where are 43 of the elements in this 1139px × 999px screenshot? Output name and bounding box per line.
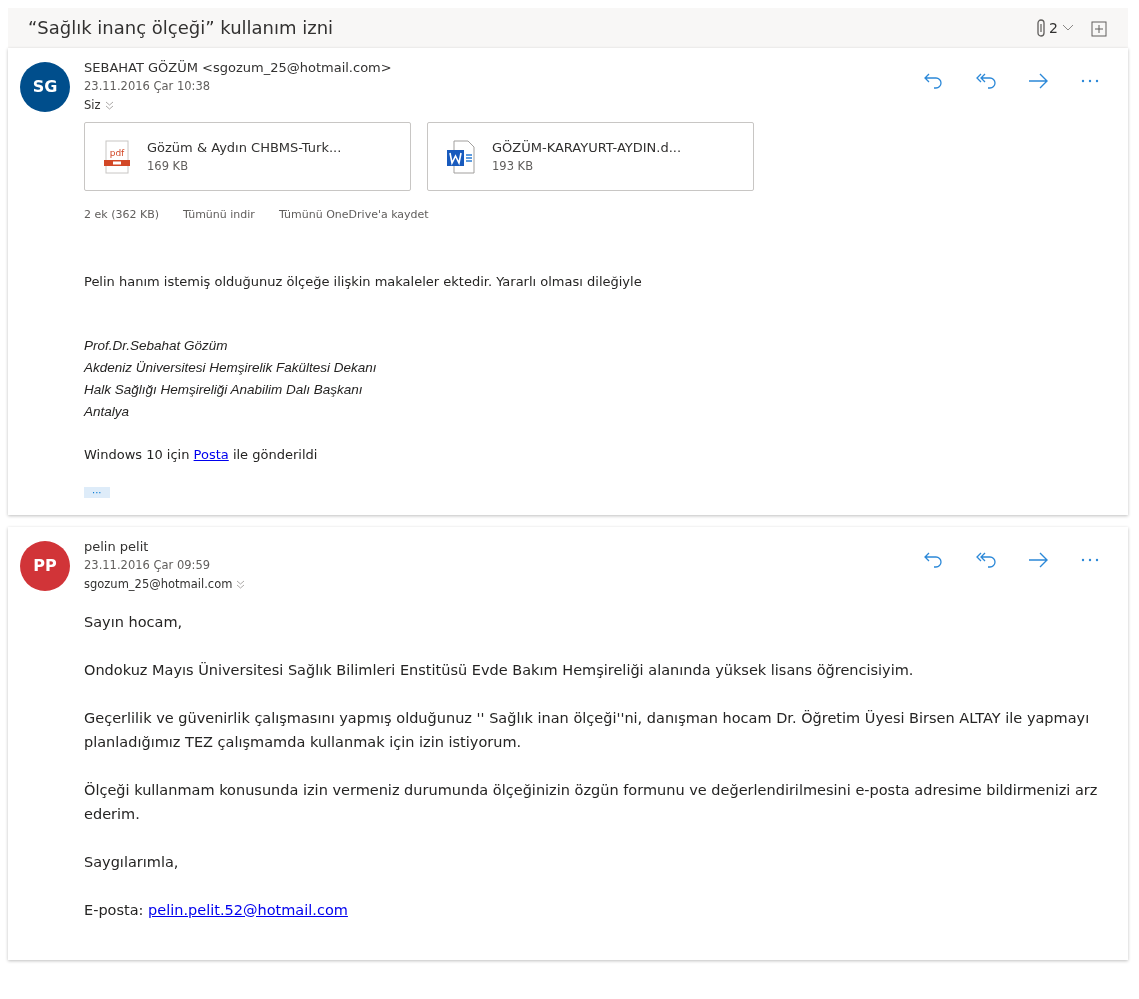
body-text: Ölçeği kullanmam konusunda izin vermeniz durumunda ölçeğinizin özgün formunu ve değerlendirilmesini e-posta adresime bildirmenizi arz ederim.	[84, 780, 1099, 824]
signature-line: Akdeniz Üniversitesi Hemşirelik Fakültesi Dekanı	[84, 359, 378, 378]
avatar: SG	[20, 62, 70, 112]
attachments-button[interactable]: 2	[1037, 17, 1074, 39]
attachment-action-link[interactable]: Tümünü OneDrive'a kaydet	[278, 207, 429, 224]
subject-title: “Sağlık inanç ölçeği” kullanım izni	[28, 17, 335, 39]
double-chevron-icon	[104, 100, 114, 110]
attachment-summary: 2 ek (362 KB)	[84, 207, 159, 224]
double-chevron-icon	[236, 580, 246, 589]
signature-line: Halk Sağlığı Hemşireliği Anabilim Dalı Başkanı	[84, 381, 364, 400]
attachment-action-link[interactable]: Tümünü indir	[182, 207, 255, 224]
body-text: Saygılarımla,	[84, 852, 180, 872]
body-text: Windows 10 için Posta ile gönderildi	[84, 446, 319, 465]
signature-line: Antalya	[84, 403, 131, 422]
body-text: E-posta: pelin.pelit.52@hotmail.com	[84, 900, 349, 920]
chevron-down-icon	[1062, 24, 1074, 32]
signature-line: Prof.Dr.Sebahat Gözüm	[84, 337, 229, 356]
avatar: PP	[20, 541, 70, 592]
body-text: Geçerlilik ve güvenirlik çalışmasını yapmış olduğunuz '' Sağlık inan ölçeği''ni, danışman hocam Dr. Öğretim Üyesi Birsen ALTAY ile yapmayı planladığımız TEZ çalışmamda kullanmak için izin istiyorum.	[84, 708, 1091, 752]
more-options-icon	[1081, 78, 1099, 83]
word-file-icon	[446, 139, 476, 174]
body-text: Sayın hocam,	[84, 612, 184, 632]
body-text: Pelin hanım istemiş olduğunuz ölçeğe ilişkin makaleler ektedir. Yararlı olması dileğiyle	[84, 272, 643, 291]
sender-name: pelin pelit	[84, 538, 150, 557]
paperclip-icon	[1037, 19, 1046, 37]
attachment-card[interactable]: GÖZÜM-KARAYURT-AYDIN.d... 193 KB	[427, 122, 754, 192]
plus-box-icon	[1090, 19, 1108, 38]
sender-name: SEBAHAT GÖZÜM <sgozum_25@hotmail.com>	[84, 59, 393, 77]
recipient-button[interactable]: Siz	[84, 96, 114, 114]
email-link[interactable]: pelin.pelit.52@hotmail.com	[148, 901, 348, 918]
body-text: Ondokuz Mayıs Üniversitesi Sağlık Bilimleri Enstitüsü Evde Bakım Hemşireliği alanında yüksek lisans öğrencisiyim.	[84, 660, 915, 680]
more-options-icon	[1081, 557, 1099, 562]
attachment-size: 169 KB	[147, 157, 190, 175]
attachment-name: Gözüm & Aydın CHBMS-Turk...	[147, 139, 342, 158]
show-more-button[interactable]: ···	[84, 486, 110, 498]
attachment-name: GÖZÜM-KARAYURT-AYDIN.d...	[492, 139, 682, 158]
recipient-button[interactable]: sgozum_25@hotmail.com	[84, 575, 246, 594]
attachment-card[interactable]: pdf Gözüm & Aydın CHBMS-Turk... 169 KB	[84, 122, 411, 192]
message-date: 23.11.2016 Çar 09:59	[84, 556, 212, 574]
message-date: 23.11.2016 Çar 10:38	[84, 77, 212, 95]
attachment-size: 193 KB	[492, 157, 535, 175]
pdf-file-icon: pdf	[103, 139, 131, 174]
email-link[interactable]: Posta	[193, 447, 229, 463]
